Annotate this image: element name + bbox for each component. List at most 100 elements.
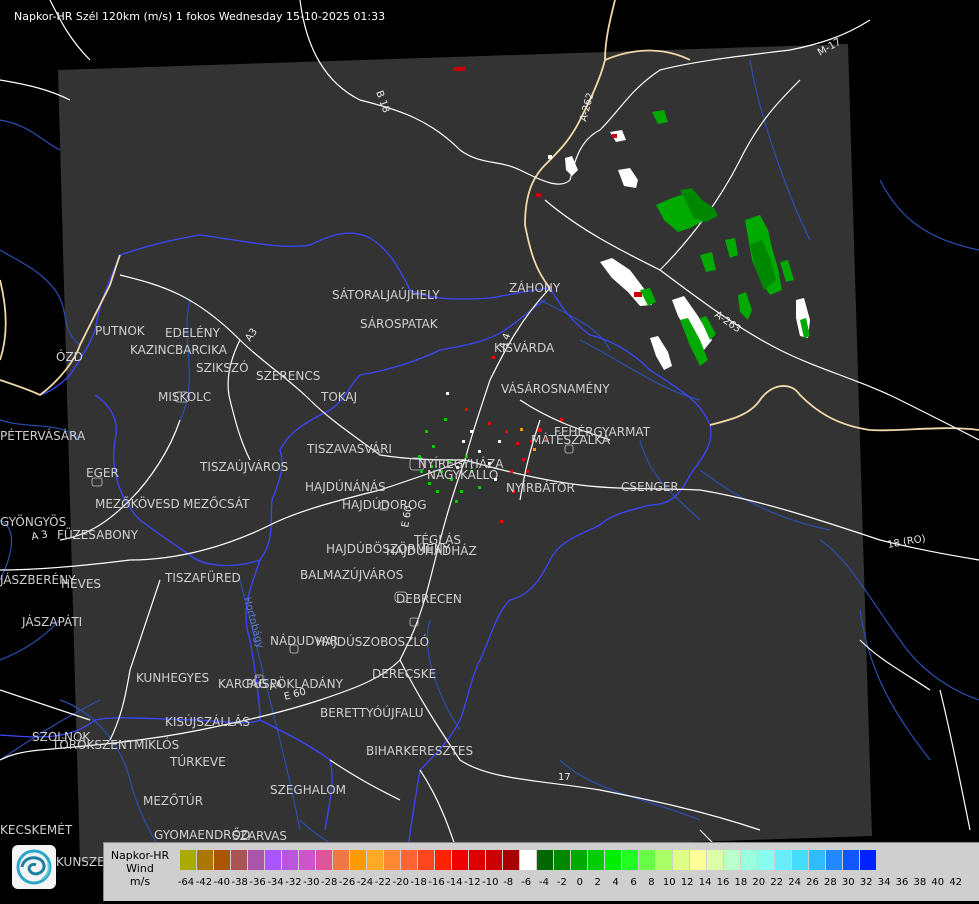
legend-swatch xyxy=(435,850,452,870)
legend-swatch xyxy=(758,850,775,870)
road-label: 17 xyxy=(558,772,571,783)
legend-swatch xyxy=(520,850,537,870)
legend-label: -22 xyxy=(374,877,392,888)
city-label: EDELÉNY xyxy=(165,325,221,340)
city-label: SZEGHALOM xyxy=(270,783,346,797)
city-label: MEZŐKÖVESD xyxy=(95,495,180,511)
legend-swatch xyxy=(180,850,197,870)
legend-label: -16 xyxy=(428,877,445,888)
legend-swatch xyxy=(231,850,248,870)
legend-label: 30 xyxy=(841,877,855,888)
city-label: NYÍRBÁTOR xyxy=(506,480,575,495)
legend-title-line: Napkor-HR xyxy=(110,849,170,862)
legend-label: -34 xyxy=(267,877,284,888)
city-label: GYÖNGYÖS xyxy=(0,513,66,529)
legend-swatch xyxy=(639,850,656,870)
city-label: SZERENCS xyxy=(256,369,320,383)
road-label: 18 (RO) xyxy=(887,533,927,551)
city-label: SÁTORALJAÚJHELY xyxy=(332,287,440,302)
legend-swatches xyxy=(180,850,877,870)
legend-swatch xyxy=(452,850,469,870)
map-title: Napkor-HR Szél 120km (m/s) 1 fokos Wedne… xyxy=(14,10,386,23)
legend-label: 0 xyxy=(576,877,583,888)
napkor-logo xyxy=(12,845,56,889)
city-label: NAGYKÁLLÓ xyxy=(427,467,498,482)
legend-swatch xyxy=(486,850,503,870)
wind-legend: Napkor-HR Wind m/s -64 -42 -40 -38 -36 -34 -32… xyxy=(103,842,979,901)
legend-swatch xyxy=(860,850,877,870)
legend-swatch xyxy=(673,850,690,870)
city-label: CSENGER xyxy=(621,480,679,494)
legend-label: 26 xyxy=(806,877,819,888)
city-label: EGER xyxy=(86,466,119,480)
city-label: TÖRÖKSZENTMIKLÓS xyxy=(51,736,179,752)
city-label: TISZAFÜRED xyxy=(164,569,241,585)
legend-swatch xyxy=(656,850,673,870)
legend-label: -8 xyxy=(503,877,514,888)
legend-title-line: Wind xyxy=(126,862,154,875)
map-canvas[interactable]: B 18 A-262 M-17 A-263 A3 A 3 A 4 A4 E 60… xyxy=(0,0,979,901)
legend-swatch xyxy=(775,850,792,870)
legend-swatch xyxy=(367,850,384,870)
legend-swatch xyxy=(282,850,299,870)
legend-swatch xyxy=(418,850,435,870)
city-label: KISVÁRDA xyxy=(494,340,555,355)
city-label: TÉGLÁS xyxy=(413,532,461,547)
legend-label: -32 xyxy=(285,877,302,888)
city-label: ZÁHONY xyxy=(509,280,561,295)
city-label: JÁSZAPÁTI xyxy=(21,614,82,629)
map-view[interactable]: B 18 A-262 M-17 A-263 A3 A 3 A 4 A4 E 60… xyxy=(0,0,979,901)
legend-swatch xyxy=(588,850,605,870)
legend-label: -4 xyxy=(539,877,549,888)
legend-swatch xyxy=(605,850,622,870)
legend-swatch xyxy=(571,850,588,870)
legend-label: -36 xyxy=(249,877,266,888)
legend-swatch xyxy=(248,850,265,870)
legend-label: -42 xyxy=(195,877,213,888)
legend-swatch xyxy=(503,850,520,870)
legend-label: 34 xyxy=(877,877,891,888)
city-label: PUTNOK xyxy=(95,324,146,338)
legend-label: 24 xyxy=(788,877,801,888)
legend-swatch xyxy=(690,850,707,870)
legend-swatch xyxy=(809,850,826,870)
legend-label: -18 xyxy=(410,877,427,888)
legend-label: -10 xyxy=(482,877,499,888)
city-label: MÁTÉSZALKA xyxy=(531,432,611,447)
legend-swatch xyxy=(843,850,860,870)
legend-swatch xyxy=(350,850,367,870)
legend-swatch xyxy=(741,850,758,870)
legend-label: 8 xyxy=(648,877,655,888)
city-label: MEZŐTÚR xyxy=(143,793,203,808)
legend-swatch xyxy=(316,850,333,870)
legend-label: 38 xyxy=(913,877,927,888)
legend-swatch xyxy=(622,850,639,870)
city-label: HAJDÚDOROG xyxy=(342,497,427,512)
legend-label: -14 xyxy=(446,877,463,888)
legend-title-line: m/s xyxy=(129,875,151,888)
legend-label: -30 xyxy=(303,877,320,888)
city-label: TISZAVASVÁRI xyxy=(306,441,392,456)
legend-label: -20 xyxy=(392,877,409,888)
city-label: KECSKEMÉT xyxy=(0,822,73,837)
legend-swatch xyxy=(197,850,214,870)
city-label: BALMAZÚJVÁROS xyxy=(300,567,403,582)
city-label: KAZINCBARCIKA xyxy=(130,343,228,357)
city-label: VÁSÁROSNAMÉNY xyxy=(501,381,610,396)
legend-swatch xyxy=(537,850,554,870)
city-label: PÉTERVÁSÁRA xyxy=(0,428,86,443)
legend-label: 42 xyxy=(949,877,963,888)
legend-label: -64 xyxy=(177,877,195,888)
legend-label: 22 xyxy=(770,877,784,888)
legend-swatch xyxy=(554,850,571,870)
city-label: KISÚJSZÁLLÁS xyxy=(165,714,250,729)
legend-swatch xyxy=(826,850,843,870)
city-label: BIHARKERESZTES xyxy=(366,744,473,758)
legend-label: -26 xyxy=(338,877,356,888)
legend-label: 16 xyxy=(716,877,730,888)
legend-label: 28 xyxy=(824,877,837,888)
legend-label: 2 xyxy=(594,877,601,888)
legend-label: 36 xyxy=(895,877,909,888)
legend-swatch xyxy=(469,850,486,870)
city-label: MISKOLC xyxy=(158,390,211,404)
